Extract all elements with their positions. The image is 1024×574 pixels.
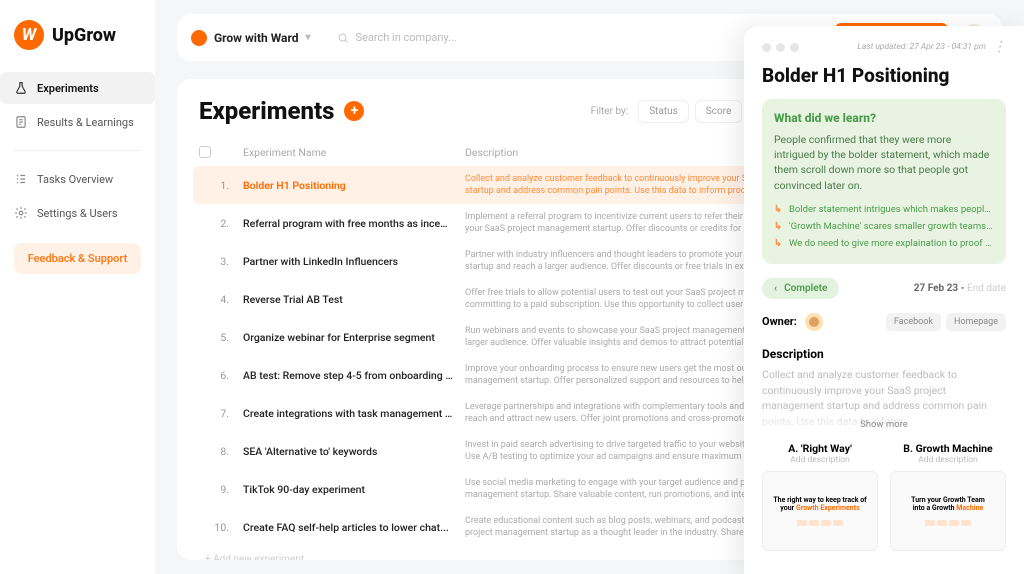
learning-heading: What did we learn?	[774, 111, 994, 125]
doc-icon	[14, 115, 28, 129]
detail-drawer: Last updated: 27 Apr 23 - 04:31 pm⋮ Bold…	[744, 26, 1024, 574]
nav-label: Experiments	[37, 82, 99, 95]
row-name: SEA 'Alternative to' keywords	[243, 445, 453, 458]
variant-title: B. Growth Machine	[890, 442, 1006, 455]
variant-sub: Add description	[890, 455, 1006, 465]
select-all-checkbox[interactable]	[199, 146, 211, 158]
sidebar-item-experiments[interactable]: Experiments	[0, 72, 155, 104]
row-number: 1.	[199, 179, 231, 192]
row-name: Partner with LinkedIn Influencers	[243, 255, 453, 268]
row-name: Reverse Trial AB Test	[243, 293, 453, 306]
nav-separator	[14, 150, 141, 151]
learning-bullet: ↳Bolder statement intrigues which makes …	[774, 201, 994, 218]
company-badge-icon	[191, 30, 207, 46]
chevron-down-icon: ▾	[305, 32, 310, 43]
feedback-support-button[interactable]: Feedback & Support	[14, 243, 141, 274]
row-number: 8.	[199, 445, 231, 458]
window-controls[interactable]	[762, 43, 799, 52]
page-title: Experiments	[199, 97, 334, 125]
date-range: 27 Feb 23 - End date	[914, 283, 1006, 294]
filter-label: Filter by:	[591, 106, 629, 117]
more-icon[interactable]: ⋮	[992, 40, 1006, 54]
flask-icon	[14, 81, 28, 95]
brand-name: UpGrow	[52, 25, 116, 46]
company-switcher[interactable]: Grow with Ward ▾	[191, 30, 311, 46]
tags: Facebook Homepage	[886, 313, 1006, 331]
row-number: 4.	[199, 293, 231, 306]
search-icon	[337, 32, 349, 44]
tag-homepage[interactable]: Homepage	[946, 313, 1006, 331]
row-name: AB test: Remove step 4-5 from onboarding…	[243, 369, 453, 382]
last-updated: Last updated: 27 Apr 23 - 04:31 pm⋮	[857, 40, 1006, 54]
company-name: Grow with Ward	[214, 31, 298, 45]
row-name: Create FAQ self-help articles to lower c…	[243, 521, 453, 534]
learning-bullet: ↳'Growth Machine' scares smaller growth …	[774, 218, 994, 235]
learning-body: People confirmed that they were more int…	[774, 132, 994, 193]
row-number: 9.	[199, 483, 231, 496]
filter-status[interactable]: Status	[638, 100, 689, 123]
nav-label: Results & Learnings	[37, 116, 134, 129]
main-nav: Experiments Results & Learnings Tasks Ov…	[0, 72, 155, 229]
row-number: 7.	[199, 407, 231, 420]
row-number: 3.	[199, 255, 231, 268]
row-name: Referral program with free months as inc…	[243, 217, 453, 230]
row-number: 5.	[199, 331, 231, 344]
owner-label: Owner:	[762, 315, 797, 328]
gear-icon	[14, 206, 28, 220]
sidebar-item-settings[interactable]: Settings & Users	[0, 197, 155, 229]
sidebar-item-tasks[interactable]: Tasks Overview	[0, 163, 155, 195]
col-name: Experiment Name	[243, 146, 453, 159]
show-more-button[interactable]: Show more	[860, 418, 908, 432]
learning-bullet: ↳We do need to give more explaination to…	[774, 235, 994, 252]
learning-card: What did we learn? People confirmed that…	[762, 99, 1006, 264]
description-text: Collect and analyze customer feedback to…	[762, 367, 1006, 430]
row-number: 2.	[199, 217, 231, 230]
owner-avatar[interactable]	[805, 313, 823, 331]
row-number: 10.	[199, 521, 231, 534]
nav-label: Settings & Users	[37, 207, 118, 220]
sidebar: W UpGrow Experiments Results & Learnings…	[0, 0, 155, 574]
logo-icon: W	[14, 20, 44, 50]
row-name: Organize webinar for Enterprise segment	[243, 331, 453, 344]
variant-thumbnail: Turn your Growth Teaminto a Growth Machi…	[890, 471, 1006, 551]
row-name: Bolder H1 Positioning	[243, 179, 453, 192]
variant-sub: Add description	[762, 455, 878, 465]
status-complete-pill[interactable]: ‹Complete	[762, 278, 839, 299]
tag-facebook[interactable]: Facebook	[886, 313, 941, 331]
drawer-title: Bolder H1 Positioning	[762, 64, 1006, 87]
variant-b[interactable]: B. Growth Machine Add description Turn y…	[890, 442, 1006, 551]
row-name: TikTok 90-day experiment	[243, 483, 453, 496]
description-heading: Description	[762, 347, 1006, 361]
add-experiment-icon[interactable]: +	[344, 101, 364, 121]
brand[interactable]: W UpGrow	[0, 20, 155, 72]
row-number: 6.	[199, 369, 231, 382]
row-name: Create integrations with task management…	[243, 407, 453, 420]
sidebar-item-results[interactable]: Results & Learnings	[0, 106, 155, 138]
variant-title: A. 'Right Way'	[762, 442, 878, 455]
variant-a[interactable]: A. 'Right Way' Add description The right…	[762, 442, 878, 551]
nav-label: Tasks Overview	[37, 173, 113, 186]
search-placeholder: Search in company...	[356, 31, 457, 44]
variants: A. 'Right Way' Add description The right…	[762, 442, 1006, 551]
list-icon	[14, 172, 28, 186]
variant-thumbnail: The right way to keep track ofyour Growt…	[762, 471, 878, 551]
filter-score[interactable]: Score	[695, 100, 742, 123]
